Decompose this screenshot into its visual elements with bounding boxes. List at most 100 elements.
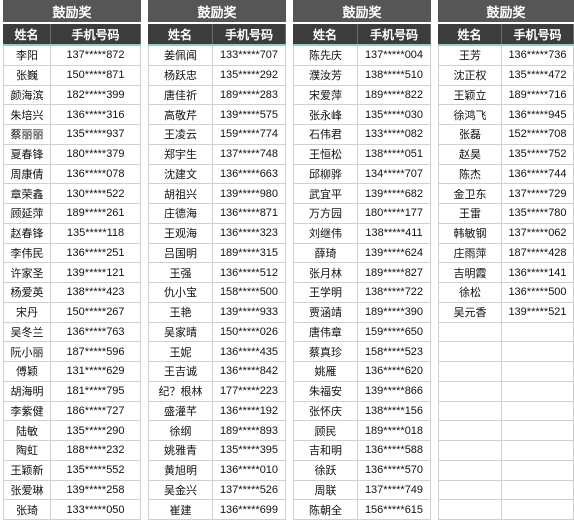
winner-phone-cell[interactable]: 137*****062	[502, 223, 574, 243]
winner-phone-cell[interactable]: 139*****682	[358, 184, 431, 203]
winner-phone-cell[interactable]: 136*****010	[213, 460, 286, 480]
winner-phone-cell[interactable]: 189*****261	[51, 204, 141, 223]
winner-name-cell[interactable]: 李阳	[3, 46, 51, 65]
winner-phone-cell[interactable]: 180*****177	[358, 204, 431, 223]
winner-name-cell[interactable]: 杨爱英	[3, 283, 51, 302]
winner-phone-cell[interactable]	[502, 381, 574, 401]
winner-name-cell[interactable]: 章荣鑫	[3, 184, 51, 203]
winner-phone-cell[interactable]: 135*****780	[502, 204, 574, 223]
winner-phone-cell[interactable]: 136*****871	[213, 204, 286, 223]
winner-name-cell[interactable]: 李紫健	[3, 401, 51, 421]
winner-name-cell[interactable]: 蔡丽丽	[3, 125, 51, 144]
winner-phone-cell[interactable]: 131*****629	[51, 362, 141, 381]
winner-phone-cell[interactable]: 137*****748	[213, 144, 286, 164]
winner-phone-cell[interactable]: 136*****141	[502, 263, 574, 282]
winner-phone-cell[interactable]	[502, 362, 574, 381]
winner-name-cell[interactable]: 王吉诚	[148, 362, 213, 381]
winner-name-cell[interactable]: 高敬芹	[148, 105, 213, 124]
winner-name-cell[interactable]	[438, 342, 502, 361]
winner-name-cell[interactable]	[438, 322, 502, 342]
winner-name-cell[interactable]: 庄雨萍	[438, 243, 502, 263]
winner-name-cell[interactable]: 韩敏钢	[438, 223, 502, 243]
winner-name-cell[interactable]: 张巍	[3, 65, 51, 85]
winner-name-cell[interactable]: 朱培兴	[3, 105, 51, 124]
winner-phone-cell[interactable]: 158*****523	[358, 342, 431, 361]
winner-name-cell[interactable]: 纪？根林	[148, 381, 213, 401]
winner-name-cell[interactable]: 宋爱萍	[293, 85, 358, 105]
winner-name-cell[interactable]: 沈建文	[148, 164, 213, 184]
winner-phone-cell[interactable]: 133*****050	[51, 500, 141, 519]
winner-name-cell[interactable]: 蔡真珍	[293, 342, 358, 361]
winner-phone-cell[interactable]: 139*****980	[213, 184, 286, 203]
winner-name-cell[interactable]: 王强	[148, 263, 213, 282]
winner-phone-cell[interactable]: 159*****774	[213, 125, 286, 144]
winner-phone-cell[interactable]: 177*****223	[213, 381, 286, 401]
winner-phone-cell[interactable]	[502, 401, 574, 421]
winner-name-cell[interactable]: 吴元香	[438, 302, 502, 322]
winner-phone-cell[interactable]: 137*****872	[51, 46, 141, 65]
winner-name-cell[interactable]: 王雷	[438, 204, 502, 223]
winner-name-cell[interactable]: 李伟民	[3, 243, 51, 263]
winner-phone-cell[interactable]: 137*****004	[358, 46, 431, 65]
winner-phone-cell[interactable]: 136*****570	[358, 460, 431, 480]
winner-phone-cell[interactable]: 159*****650	[358, 322, 431, 342]
winner-name-cell[interactable]: 崔建	[148, 500, 213, 519]
winner-phone-cell[interactable]: 135*****552	[51, 460, 141, 480]
winner-name-cell[interactable]: 王恒松	[293, 144, 358, 164]
winner-name-cell[interactable]: 吉和明	[293, 441, 358, 460]
winner-phone-cell[interactable]: 136*****323	[213, 223, 286, 243]
winner-name-cell[interactable]: 阮小丽	[3, 342, 51, 361]
winner-phone-cell[interactable]: 188*****232	[51, 441, 141, 460]
winner-name-cell[interactable]: 张永峰	[293, 105, 358, 124]
winner-name-cell[interactable]: 吉明霞	[438, 263, 502, 282]
winner-name-cell[interactable]: 陈朝全	[293, 500, 358, 519]
winner-phone-cell[interactable]: 138*****722	[358, 283, 431, 302]
winner-phone-cell[interactable]: 136*****500	[502, 283, 574, 302]
winner-name-cell[interactable]: 王妮	[148, 342, 213, 361]
winner-name-cell[interactable]: 朱福安	[293, 381, 358, 401]
winner-phone-cell[interactable]: 158*****500	[213, 283, 286, 302]
winner-name-cell[interactable]: 唐佳祈	[148, 85, 213, 105]
winner-phone-cell[interactable]	[502, 460, 574, 480]
winner-phone-cell[interactable]	[502, 480, 574, 500]
winner-name-cell[interactable]: 姚雅青	[148, 441, 213, 460]
winner-name-cell[interactable]: 石伟君	[293, 125, 358, 144]
winner-phone-cell[interactable]: 137*****526	[213, 480, 286, 500]
winner-name-cell[interactable]: 王学明	[293, 283, 358, 302]
winner-phone-cell[interactable]: 180*****379	[51, 144, 141, 164]
winner-name-cell[interactable]: 赵春锋	[3, 223, 51, 243]
winner-phone-cell[interactable]: 136*****588	[358, 441, 431, 460]
winner-phone-cell[interactable]: 189*****716	[502, 85, 574, 105]
winner-name-cell[interactable]: 薛琦	[293, 243, 358, 263]
winner-phone-cell[interactable]: 187*****428	[502, 243, 574, 263]
winner-phone-cell[interactable]: 150*****267	[51, 302, 141, 322]
winner-phone-cell[interactable]: 139*****521	[502, 302, 574, 322]
winner-phone-cell[interactable]: 139*****575	[213, 105, 286, 124]
winner-phone-cell[interactable]: 138*****510	[358, 65, 431, 85]
winner-name-cell[interactable]: 唐伟章	[293, 322, 358, 342]
winner-name-cell[interactable]: 金卫东	[438, 184, 502, 203]
winner-name-cell[interactable]: 赵昊	[438, 144, 502, 164]
winner-name-cell[interactable]: 胡海明	[3, 381, 51, 401]
winner-name-cell[interactable]: 顾延萍	[3, 204, 51, 223]
winner-phone-cell[interactable]: 138*****411	[358, 223, 431, 243]
winner-phone-cell[interactable]: 136*****663	[213, 164, 286, 184]
winner-phone-cell[interactable]: 138*****051	[358, 144, 431, 164]
winner-name-cell[interactable]	[438, 362, 502, 381]
winner-name-cell[interactable]: 庄德海	[148, 204, 213, 223]
winner-phone-cell[interactable]: 137*****749	[358, 480, 431, 500]
winner-phone-cell[interactable]: 189*****390	[358, 302, 431, 322]
winner-phone-cell[interactable]: 137*****729	[502, 184, 574, 203]
winner-phone-cell[interactable]: 187*****596	[51, 342, 141, 361]
winner-phone-cell[interactable]: 134*****707	[358, 164, 431, 184]
winner-name-cell[interactable]: 姚雁	[293, 362, 358, 381]
winner-phone-cell[interactable]: 136*****435	[213, 342, 286, 361]
winner-phone-cell[interactable]: 135*****752	[502, 144, 574, 164]
winner-name-cell[interactable]: 王观海	[148, 223, 213, 243]
winner-phone-cell[interactable]: 136*****512	[213, 263, 286, 282]
winner-name-cell[interactable]: 周康倩	[3, 164, 51, 184]
winner-name-cell[interactable]: 刘继伟	[293, 223, 358, 243]
winner-phone-cell[interactable]: 138*****423	[51, 283, 141, 302]
winner-name-cell[interactable]: 张爱琳	[3, 480, 51, 500]
winner-name-cell[interactable]	[438, 421, 502, 440]
